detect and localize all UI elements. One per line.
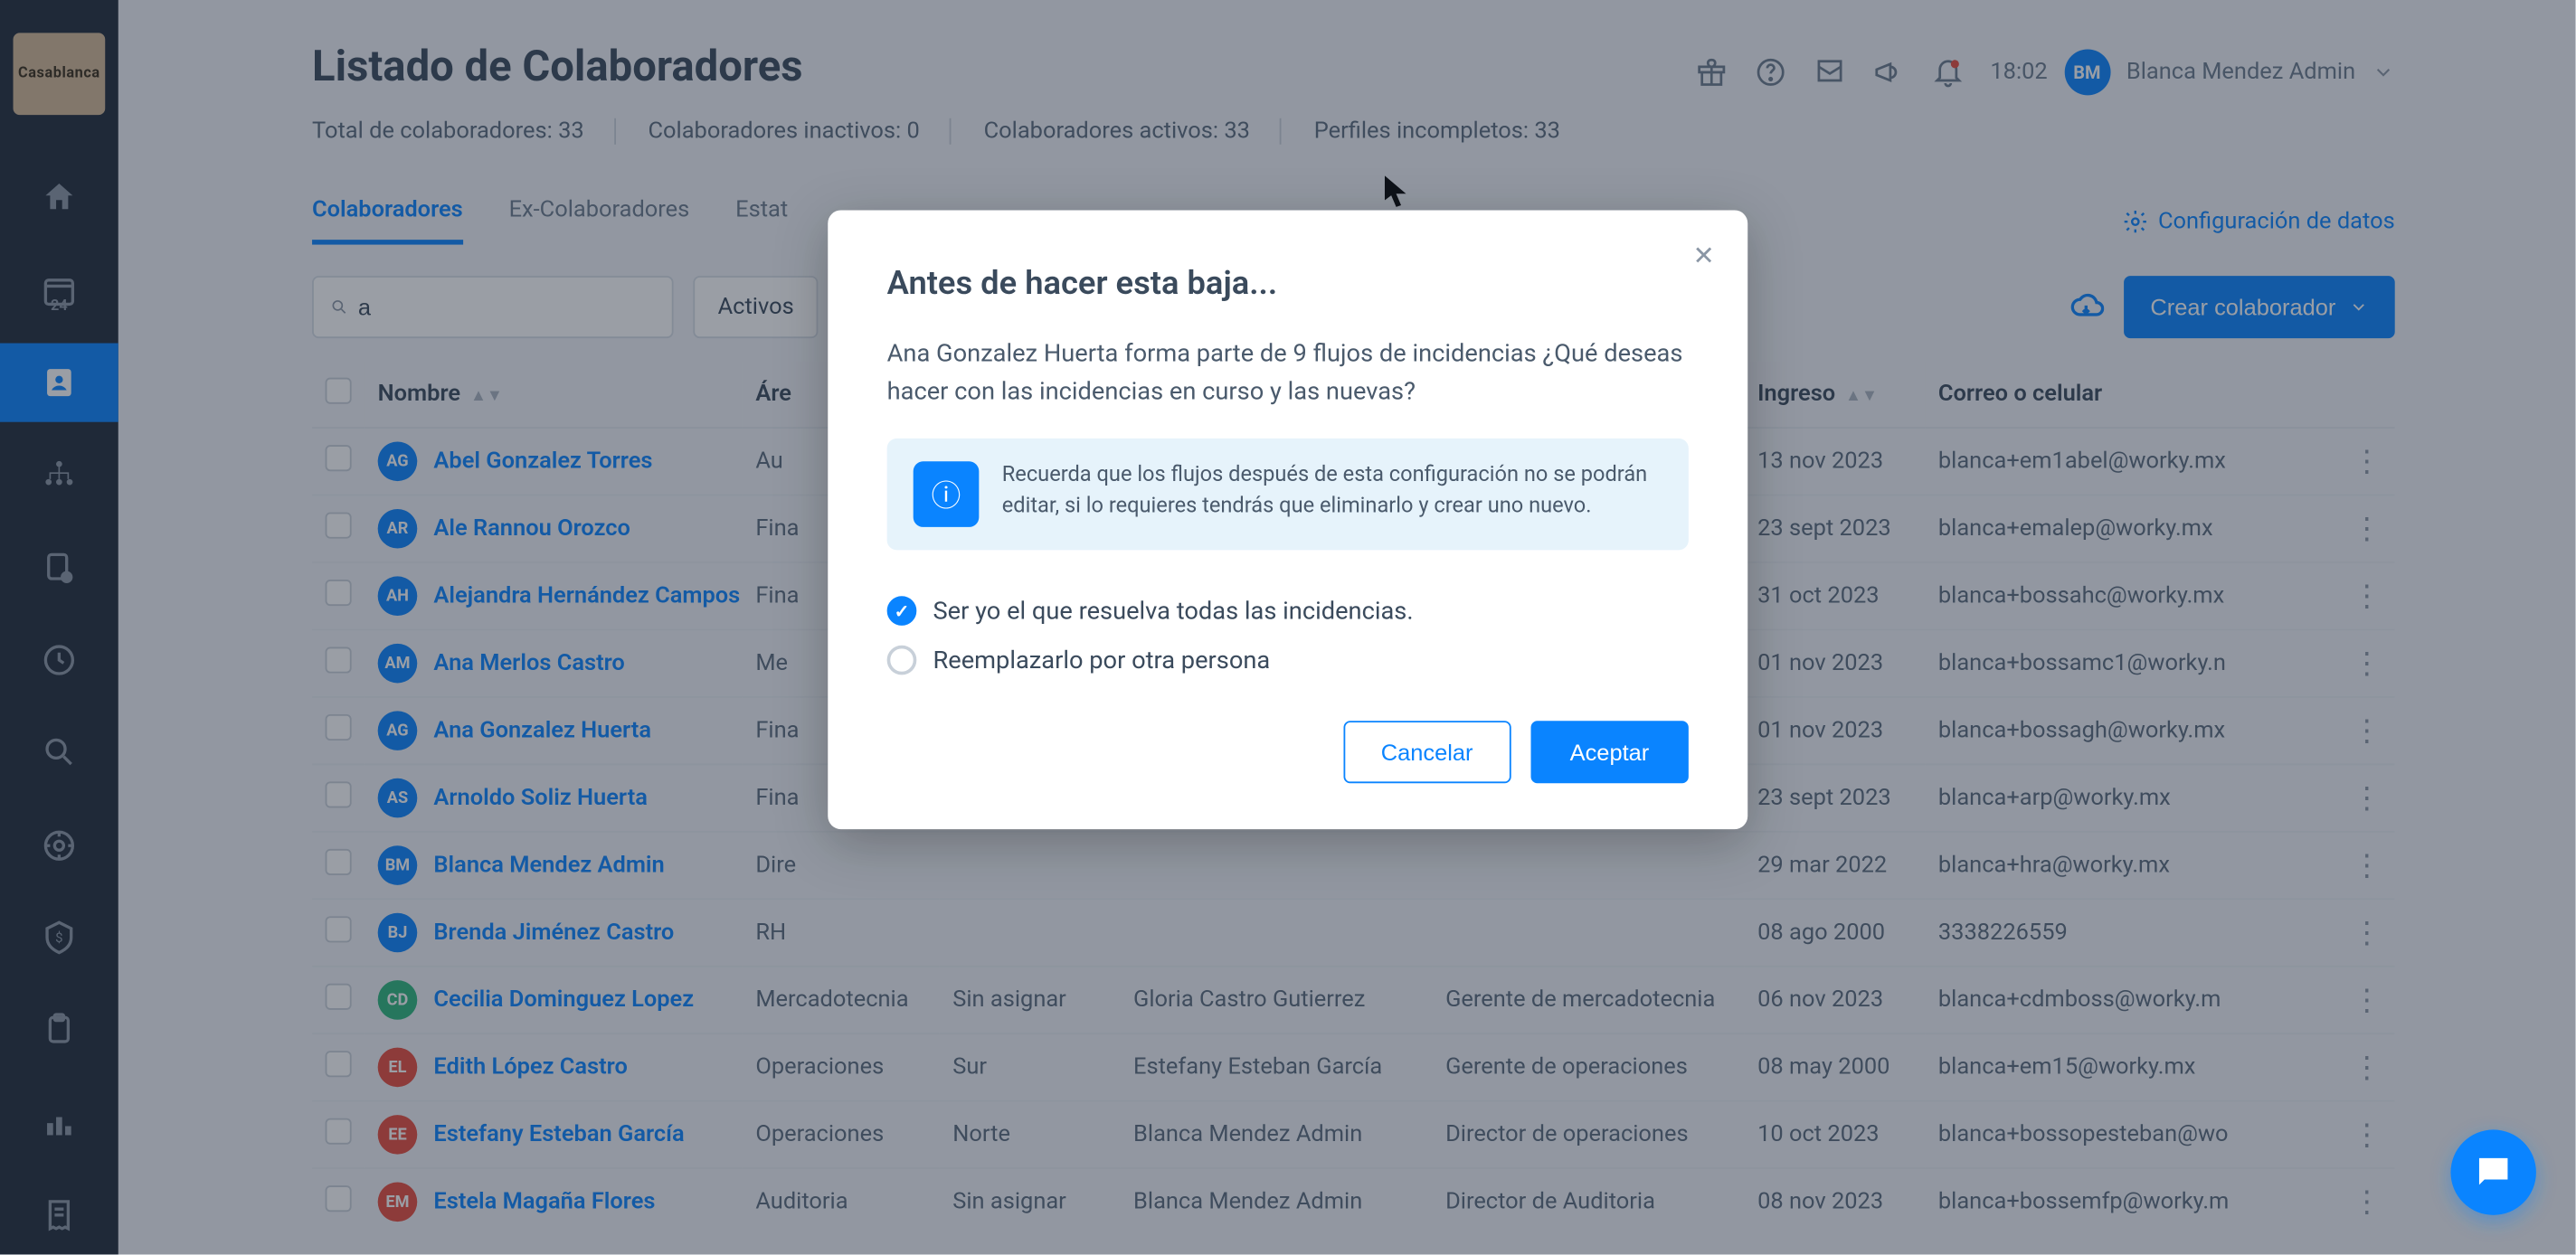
modal-title: Antes de hacer esta baja... <box>887 263 1689 303</box>
info-box: ⓘ Recuerda que los flujos después de est… <box>887 439 1689 550</box>
option-replace[interactable]: Reemplazarlo por otra persona <box>887 636 1689 684</box>
option2-label: Reemplazarlo por otra persona <box>933 646 1270 675</box>
accept-button[interactable]: Aceptar <box>1530 721 1689 783</box>
chat-bubble[interactable] <box>2450 1129 2535 1214</box>
option1-label: Ser yo el que resuelva todas las inciden… <box>933 596 1413 626</box>
modal-body: Ana Gonzalez Huerta forma parte de 9 flu… <box>887 335 1689 409</box>
radio-icon <box>887 646 917 675</box>
cancel-button[interactable]: Cancelar <box>1343 721 1511 783</box>
option-self-resolve[interactable]: Ser yo el que resuelva todas las inciden… <box>887 586 1689 635</box>
baja-modal: ✕ Antes de hacer esta baja... Ana Gonzal… <box>828 210 1747 829</box>
modal-overlay[interactable]: ✕ Antes de hacer esta baja... Ana Gonzal… <box>0 0 2575 1254</box>
radio-icon <box>887 596 917 626</box>
info-icon: ⓘ <box>914 461 980 527</box>
modal-close-button[interactable]: ✕ <box>1693 240 1715 272</box>
info-text: Recuerda que los flujos después de esta … <box>1002 461 1662 527</box>
